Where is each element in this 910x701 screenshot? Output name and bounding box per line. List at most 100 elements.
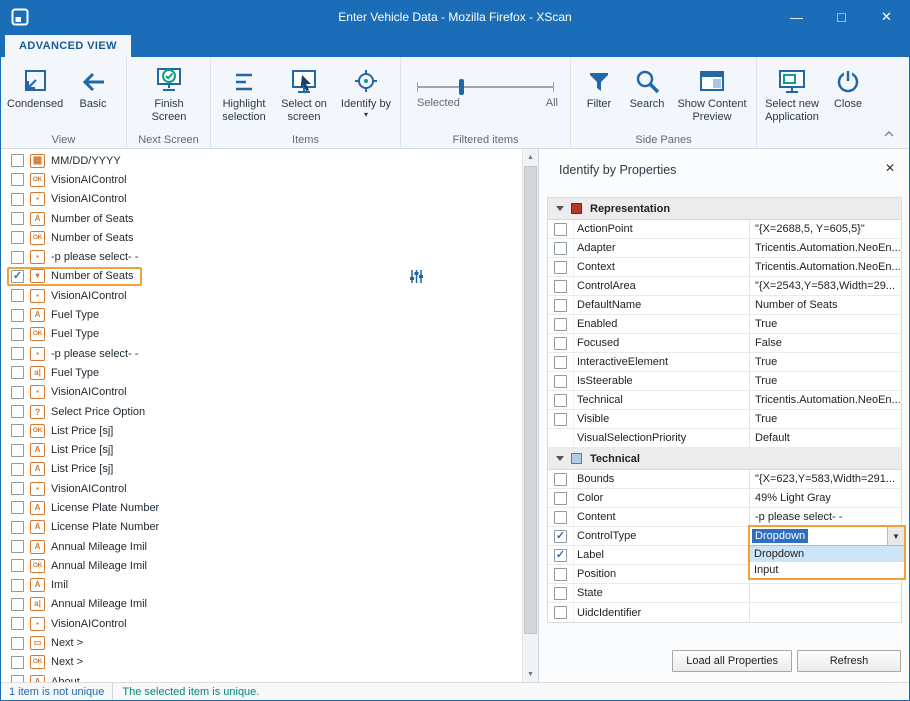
filtered-items-slider[interactable] (417, 77, 554, 97)
tree-item[interactable]: a|Fuel Type (1, 363, 522, 382)
item-checkbox[interactable] (11, 328, 24, 341)
tree-item[interactable]: ?Select Price Option (1, 402, 522, 421)
dropdown-option[interactable]: Input (750, 562, 904, 578)
property-checkbox[interactable] (554, 394, 567, 407)
property-row[interactable]: EnabledTrue (548, 315, 901, 334)
tree-item[interactable]: ▪VisionAIControl (1, 286, 522, 305)
tree-item[interactable]: ▪VisionAIControl (1, 479, 522, 498)
slider-thumb[interactable] (459, 79, 464, 95)
tree-item[interactable]: ANumber of Seats (1, 209, 522, 228)
property-checkbox[interactable] (554, 318, 567, 331)
property-checkbox[interactable] (554, 337, 567, 350)
property-checkbox[interactable] (554, 375, 567, 388)
property-row[interactable]: ActionPoint"{X=2688,5, Y=605,5}" (548, 220, 901, 239)
property-row[interactable]: InteractiveElementTrue (548, 353, 901, 372)
item-checkbox[interactable] (11, 540, 24, 553)
property-row[interactable]: ControlArea"{X=2543,Y=583,Width=29... (548, 277, 901, 296)
property-row[interactable]: AdapterTricentis.Automation.NeoEn... (548, 239, 901, 258)
minimize-button[interactable]: — (774, 1, 819, 33)
property-checkbox[interactable] (554, 413, 567, 426)
tree-item[interactable]: ALicense Plate Number (1, 498, 522, 517)
property-row[interactable]: FocusedFalse (548, 334, 901, 353)
item-checkbox[interactable] (11, 193, 24, 206)
basic-button[interactable]: Basic (67, 62, 119, 111)
property-checkbox[interactable] (554, 568, 567, 581)
item-checkbox[interactable] (11, 617, 24, 630)
tree-item[interactable]: AFuel Type (1, 305, 522, 324)
tree-item[interactable]: AList Price [sj] (1, 440, 522, 459)
show-content-preview-button[interactable]: Show Content Preview (673, 62, 751, 124)
tree-item[interactable]: OKNext > (1, 653, 522, 672)
tab-advanced-view[interactable]: ADVANCED VIEW (5, 35, 131, 57)
item-checkbox[interactable] (11, 656, 24, 669)
section-header-technical[interactable]: Technical (548, 448, 901, 470)
item-checkbox[interactable] (11, 405, 24, 418)
item-checkbox[interactable] (11, 212, 24, 225)
property-checkbox[interactable] (554, 356, 567, 369)
property-checkbox[interactable] (554, 299, 567, 312)
item-checkbox[interactable] (11, 637, 24, 650)
property-checkbox[interactable] (554, 223, 567, 236)
item-checkbox[interactable] (11, 309, 24, 322)
item-checkbox[interactable] (11, 559, 24, 572)
filter-button[interactable]: Filter (577, 62, 621, 111)
tree-item[interactable]: AAbout (1, 672, 522, 682)
section-header-representation[interactable]: Representation (548, 198, 901, 220)
item-checkbox[interactable] (11, 154, 24, 167)
item-checkbox[interactable] (11, 251, 24, 264)
property-row[interactable]: IsSteerableTrue (548, 372, 901, 391)
select-on-screen-button[interactable]: Select on screen (275, 62, 333, 124)
item-checkbox[interactable] (11, 501, 24, 514)
tree-item[interactable]: ▪VisionAIControl (1, 614, 522, 633)
item-checkbox[interactable] (11, 231, 24, 244)
property-row[interactable]: Bounds"{X=623,Y=583,Width=291... (548, 470, 901, 489)
item-checkbox[interactable] (11, 521, 24, 534)
item-checkbox[interactable] (11, 598, 24, 611)
tree-item[interactable]: ▪-p please select- - (1, 247, 522, 266)
property-checkbox[interactable]: ✓ (554, 530, 567, 543)
item-checkbox[interactable] (11, 386, 24, 399)
combo-dropdown-button[interactable]: ▼ (887, 527, 904, 545)
panel-close-icon[interactable]: ✕ (885, 161, 895, 175)
finish-screen-button[interactable]: Finish Screen (140, 62, 198, 124)
tree-item[interactable]: ▭Next > (1, 633, 522, 652)
maximize-button[interactable]: □ (819, 1, 864, 33)
item-checkbox[interactable] (11, 289, 24, 302)
item-checkbox[interactable] (11, 347, 24, 360)
ribbon-collapse-chevron[interactable] (883, 124, 895, 142)
close-button[interactable]: Close (827, 62, 869, 111)
scroll-down-icon[interactable]: ▼ (523, 666, 538, 682)
condensed-button[interactable]: Condensed (7, 62, 63, 111)
tree-item[interactable]: OKFuel Type (1, 325, 522, 344)
tree-item[interactable]: ▪-p please select- - (1, 344, 522, 363)
tree-item[interactable]: ▪VisionAIControl (1, 190, 522, 209)
dropdown-option[interactable]: Dropdown (750, 546, 904, 562)
property-row[interactable]: TechnicalTricentis.Automation.NeoEn... (548, 391, 901, 410)
item-checkbox[interactable] (11, 482, 24, 495)
highlight-selection-button[interactable]: Highlight selection (215, 62, 273, 124)
item-checkbox[interactable] (11, 675, 24, 682)
tree-item[interactable]: OKNumber of Seats (1, 228, 522, 247)
tree-item[interactable]: ▦MM/DD/YYYY (1, 151, 522, 170)
tree-item[interactable]: ALicense Plate Number (1, 518, 522, 537)
scrollbar-thumb[interactable] (524, 166, 537, 634)
property-checkbox[interactable] (554, 261, 567, 274)
property-checkbox[interactable] (554, 606, 567, 619)
close-window-button[interactable]: ✕ (864, 1, 909, 33)
select-new-application-button[interactable]: Select new Application (759, 62, 825, 124)
property-checkbox[interactable] (554, 587, 567, 600)
controltype-combo-field[interactable]: Dropdown (750, 527, 887, 545)
property-row[interactable]: ContextTricentis.Automation.NeoEn... (548, 258, 901, 277)
tree-item[interactable]: AList Price [sj] (1, 460, 522, 479)
search-button[interactable]: Search (623, 62, 671, 111)
tree-item[interactable]: OKVisionAIControl (1, 170, 522, 189)
tree-scrollbar[interactable]: ▲ ▼ (522, 149, 538, 682)
item-checkbox[interactable]: ✓ (11, 270, 24, 283)
property-checkbox[interactable] (554, 242, 567, 255)
tree-item[interactable]: AAnnual Mileage Imil (1, 537, 522, 556)
property-checkbox[interactable] (554, 280, 567, 293)
tree-item[interactable]: OKList Price [sj] (1, 421, 522, 440)
load-all-properties-button[interactable]: Load all Properties (672, 650, 792, 672)
tree-item[interactable]: OKAnnual Mileage Imil (1, 556, 522, 575)
property-checkbox[interactable] (554, 511, 567, 524)
